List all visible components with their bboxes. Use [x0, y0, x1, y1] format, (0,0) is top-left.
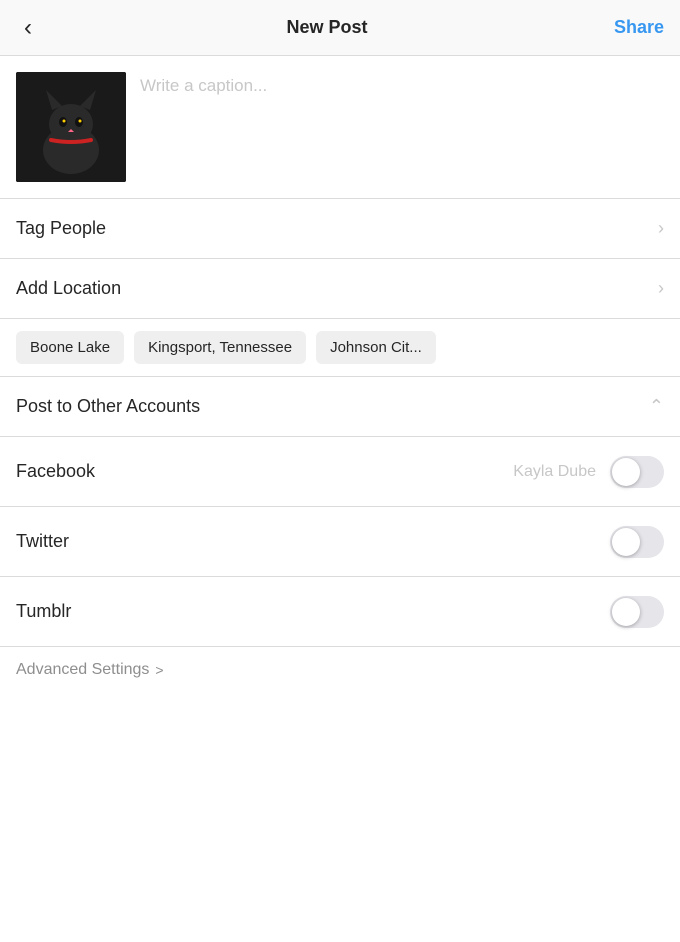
twitter-toggle[interactable] — [610, 526, 664, 558]
advanced-settings-row[interactable]: Advanced Settings > — [0, 647, 680, 693]
twitter-label: Twitter — [16, 531, 69, 552]
tumblr-row: Tumblr — [0, 577, 680, 647]
facebook-toggle-knob — [612, 458, 640, 486]
cat-image — [16, 72, 126, 182]
post-thumbnail — [16, 72, 126, 182]
share-button[interactable]: Share — [614, 17, 664, 38]
tumblr-toggle-knob — [612, 598, 640, 626]
location-suggestions: Boone Lake Kingsport, Tennessee Johnson … — [0, 319, 680, 377]
post-to-other-accounts-chevron-icon: ⌃ — [649, 396, 664, 417]
tag-people-label: Tag People — [16, 218, 106, 239]
caption-area: Write a caption... — [0, 56, 680, 199]
advanced-settings-chevron-icon: > — [155, 662, 163, 678]
caption-placeholder: Write a caption... — [140, 76, 267, 96]
add-location-chevron-icon: › — [658, 278, 664, 299]
tumblr-toggle-right — [596, 596, 664, 628]
twitter-toggle-knob — [612, 528, 640, 556]
tag-people-chevron-icon: › — [658, 218, 664, 239]
caption-input[interactable]: Write a caption... — [126, 72, 664, 96]
facebook-label: Facebook — [16, 461, 95, 482]
facebook-row: Facebook Kayla Dube — [0, 437, 680, 507]
add-location-row[interactable]: Add Location › — [0, 259, 680, 319]
back-button[interactable]: ‹ — [16, 6, 40, 50]
location-chip-0[interactable]: Boone Lake — [16, 331, 124, 364]
twitter-row: Twitter — [0, 507, 680, 577]
location-chip-2[interactable]: Johnson Cit... — [316, 331, 436, 364]
facebook-toggle-right: Kayla Dube — [513, 456, 664, 488]
twitter-toggle-right — [596, 526, 664, 558]
facebook-toggle[interactable] — [610, 456, 664, 488]
tumblr-toggle[interactable] — [610, 596, 664, 628]
location-chip-1[interactable]: Kingsport, Tennessee — [134, 331, 306, 364]
page-title: New Post — [286, 17, 367, 38]
app-header: ‹ New Post Share — [0, 0, 680, 56]
add-location-label: Add Location — [16, 278, 121, 299]
advanced-settings-label: Advanced Settings — [16, 661, 149, 679]
tumblr-label: Tumblr — [16, 601, 71, 622]
tag-people-row[interactable]: Tag People › — [0, 199, 680, 259]
post-to-other-accounts-label: Post to Other Accounts — [16, 396, 200, 417]
post-to-other-accounts-row[interactable]: Post to Other Accounts ⌃ — [0, 377, 680, 437]
facebook-account-name: Kayla Dube — [513, 463, 596, 481]
